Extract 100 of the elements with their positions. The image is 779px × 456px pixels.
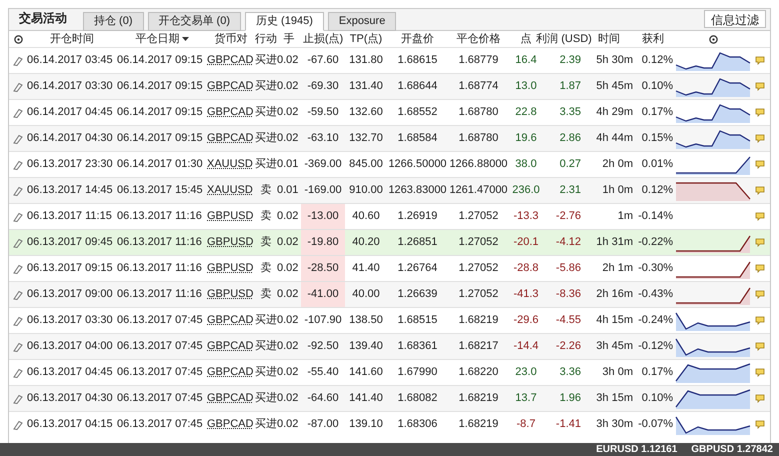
tag-icon[interactable]	[13, 394, 23, 404]
open-time: 06.13.2017 14:45	[27, 183, 114, 198]
pair-link[interactable]: GBPCAD	[207, 312, 254, 329]
points: 23.0	[514, 365, 538, 380]
profit: -8.36	[554, 287, 582, 302]
open-time: 06.13.2017 04:45	[27, 365, 114, 380]
trade-row[interactable]: 06.14.2017 03:30 06.14.2017 09:15 GBPCAD 买进0.02 -69.30 131.40 1.68644 1.68774 13.0 1.87 5h 45m 0.10%	[9, 73, 770, 99]
take-profit: 131.40	[348, 79, 384, 94]
profit: -2.76	[554, 209, 582, 224]
tag-icon[interactable]	[13, 212, 23, 222]
pair-link[interactable]: XAUUSD	[207, 182, 253, 199]
tag-icon[interactable]	[13, 160, 23, 170]
comment-icon[interactable]	[755, 264, 765, 273]
sort-caret-icon[interactable]	[182, 37, 188, 42]
open-time: 06.13.2017 04:15	[27, 417, 114, 432]
trade-row[interactable]: 06.14.2017 04:30 06.14.2017 09:15 GBPCAD 买进0.02 -63.10 132.70 1.68584 1.68780 19.6 2.86 4h 44m 0.15%	[9, 125, 770, 151]
comment-icon[interactable]	[755, 56, 765, 65]
pair-link[interactable]: GBPCAD	[207, 104, 254, 121]
comment-icon[interactable]	[755, 420, 765, 429]
stop-loss: -67.60	[306, 53, 340, 68]
comment-icon[interactable]	[755, 82, 765, 91]
tag-icon[interactable]	[13, 368, 23, 378]
column-header[interactable]: 平仓日期	[136, 31, 180, 48]
pair-link[interactable]: GBPCAD	[207, 338, 254, 355]
trade-row[interactable]: 06.13.2017 04:45 06.13.2017 07:45 GBPCAD 买进0.02 -55.40 141.60 1.67990 1.68220 23.0 3.36 3h 0m 0.17%	[9, 359, 770, 385]
tab[interactable]: 持仓 (0)	[83, 12, 144, 31]
trade-row[interactable]: 06.13.2017 23:30 06.14.2017 01:30 XAUUSD 买进0.01 -369.00 845.00 1266.50000 1266.88000 38.0 0.27 2h 0m 0.01%	[9, 151, 770, 177]
take-profit: 41.40	[351, 261, 381, 276]
stop-loss: -87.00	[306, 417, 340, 432]
action: 买进	[255, 365, 277, 380]
column-header: 止损(点)	[302, 32, 344, 47]
comment-icon[interactable]	[755, 368, 765, 377]
pair-link[interactable]: GBPUSD	[207, 208, 254, 225]
tab[interactable]: Exposure	[328, 12, 396, 31]
points: 236.0	[511, 183, 541, 198]
pair-link[interactable]: GBPCAD	[207, 52, 254, 69]
tag-icon[interactable]	[13, 316, 23, 326]
help-icon[interactable]	[708, 34, 718, 44]
trade-row[interactable]: 06.13.2017 11:15 06.13.2017 11:16 GBPUSD 卖 0.02 -13.00 40.60 1.26919 1.27052 -13.3 -2.76 1m -0.14%	[9, 203, 770, 229]
column-header: 行动	[255, 32, 277, 47]
trade-row[interactable]: 06.13.2017 09:45 06.13.2017 11:16 GBPUSD 卖 0.02 -19.80 40.20 1.26851 1.27052 -20.1 -4.12 1h 31m -0.22%	[9, 229, 770, 255]
tab[interactable]: 开仓交易单 (0)	[148, 12, 241, 31]
help-icon[interactable]	[14, 34, 22, 44]
tag-icon[interactable]	[13, 342, 23, 352]
panel-title: 交易活动	[19, 10, 67, 27]
take-profit: 131.80	[348, 53, 384, 68]
comment-icon[interactable]	[755, 186, 765, 195]
pair-link[interactable]: GBPUSD	[207, 260, 254, 277]
stop-loss: -369.00	[303, 157, 343, 172]
comment-icon[interactable]	[755, 238, 765, 247]
tag-icon[interactable]	[13, 264, 23, 274]
comment-icon[interactable]	[755, 394, 765, 403]
trade-row[interactable]: 06.13.2017 04:30 06.13.2017 07:45 GBPCAD 买进0.02 -64.60 141.40 1.68082 1.68219 13.7 1.96 3h 15m 0.10%	[9, 385, 770, 411]
comment-icon[interactable]	[755, 134, 765, 143]
filter-button[interactable]: 信息过滤	[704, 10, 766, 28]
trade-row[interactable]: 06.13.2017 09:15 06.13.2017 11:16 GBPUSD 卖 0.02 -28.50 41.40 1.26764 1.27052 -28.8 -5.86 2h 1m -0.30%	[9, 255, 770, 281]
duration: 3h 30m	[595, 417, 633, 432]
profit: 1.96	[558, 391, 582, 406]
profit: 2.86	[558, 131, 582, 146]
pair-link[interactable]: GBPUSD	[207, 286, 254, 303]
tag-icon[interactable]	[13, 134, 23, 144]
open-price: 1.67990	[396, 365, 438, 380]
tag-icon[interactable]	[13, 82, 23, 92]
comment-icon[interactable]	[755, 290, 765, 299]
pair-link[interactable]: GBPUSD	[207, 234, 254, 251]
pair-link[interactable]: GBPCAD	[207, 364, 254, 381]
take-profit: 132.70	[348, 131, 384, 146]
tag-icon[interactable]	[13, 186, 23, 196]
tag-icon[interactable]	[13, 420, 23, 430]
trade-row[interactable]: 06.13.2017 04:15 06.13.2017 07:45 GBPCAD 买进0.02 -87.00 139.10 1.68306 1.68219 -8.7 -1.41 3h 30m -0.07%	[9, 411, 770, 437]
close-time: 06.13.2017 15:45	[117, 183, 204, 198]
tag-icon[interactable]	[13, 56, 23, 66]
tab[interactable]: 历史 (1945)	[245, 12, 324, 31]
pair-link[interactable]: XAUUSD	[207, 156, 253, 173]
close-time: 06.13.2017 07:45	[117, 391, 204, 406]
pair-link[interactable]: GBPCAD	[207, 130, 254, 147]
close-time: 06.14.2017 09:15	[117, 131, 204, 146]
trade-row[interactable]: 06.13.2017 04:00 06.13.2017 07:45 GBPCAD 买进0.02 -92.50 139.40 1.68361 1.68217 -14.4 -2.26 3h 45m -0.12%	[9, 333, 770, 359]
duration: 5h 45m	[595, 79, 633, 94]
tag-icon[interactable]	[13, 108, 23, 118]
trade-row[interactable]: 06.13.2017 03:30 06.13.2017 07:45 GBPCAD 买进0.02 -107.90 138.50 1.68515 1.68219 -29.6 -4.55 4h 15m -0.24%	[9, 307, 770, 333]
comment-icon[interactable]	[755, 160, 765, 169]
duration: 1h 31m	[595, 235, 633, 250]
pair-link[interactable]: GBPCAD	[207, 390, 254, 407]
trade-row[interactable]: 06.14.2017 04:45 06.14.2017 09:15 GBPCAD 买进0.02 -59.50 132.60 1.68552 1.68780 22.8 3.35 4h 29m 0.17%	[9, 99, 770, 125]
comment-icon[interactable]	[755, 342, 765, 351]
trade-row[interactable]: 06.13.2017 14:45 06.13.2017 15:45 XAUUSD 卖 0.01 -169.00 910.00 1263.83000 1261.47000 236.0 2.31 1h 0m 0.12%	[9, 177, 770, 203]
comment-icon[interactable]	[755, 212, 765, 221]
comment-icon[interactable]	[755, 316, 765, 325]
comment-icon[interactable]	[755, 108, 765, 117]
pair-link[interactable]: GBPCAD	[207, 78, 254, 95]
tag-icon[interactable]	[13, 238, 23, 248]
trade-row[interactable]: 06.13.2017 09:00 06.13.2017 11:16 GBPUSD 卖 0.02 -41.00 40.00 1.26639 1.27052 -41.3 -8.36 2h 16m -0.43%	[9, 281, 770, 307]
tag-icon[interactable]	[13, 290, 23, 300]
lots: 0.02	[277, 339, 300, 354]
lots: 0.02	[277, 261, 300, 276]
trade-row[interactable]: 06.14.2017 03:45 06.14.2017 09:15 GBPCAD 买进0.02 -67.60 131.80 1.68615 1.68779 16.4 2.39 5h 30m 0.12%	[9, 47, 770, 73]
action: 卖	[260, 209, 272, 224]
action: 卖	[260, 261, 272, 276]
pair-link[interactable]: GBPCAD	[207, 416, 254, 433]
